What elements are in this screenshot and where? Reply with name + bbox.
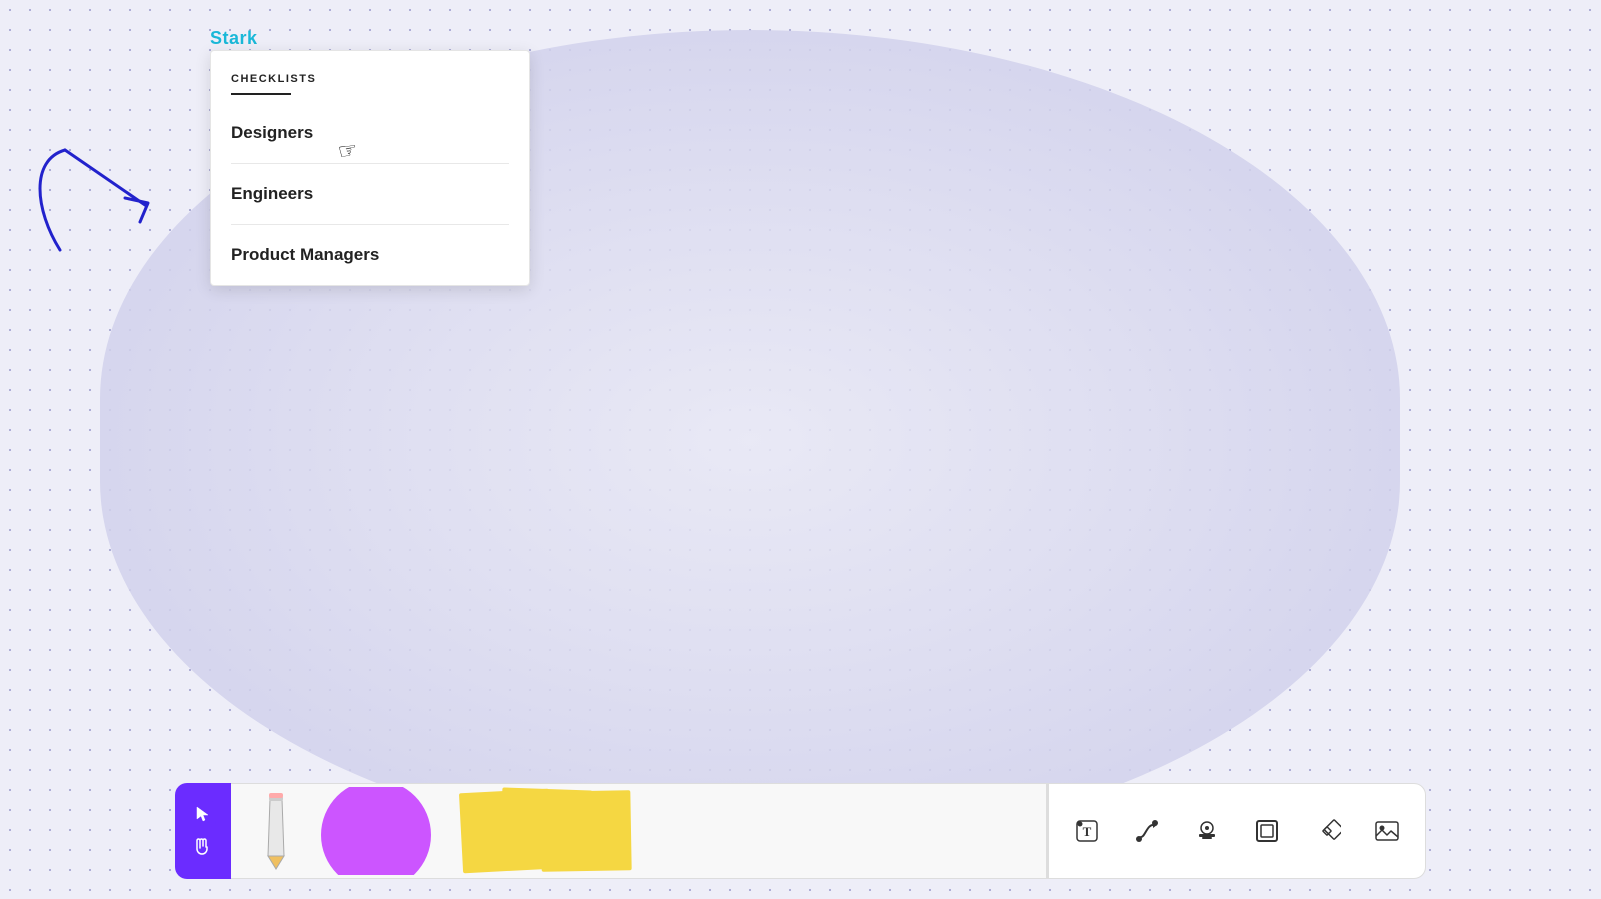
connector-tool-button[interactable] (1129, 813, 1165, 849)
svg-text:T: T (1083, 824, 1092, 839)
circle-shape-tool[interactable] (311, 787, 441, 875)
toolbar-center-section (231, 783, 1046, 879)
frame-tool-button[interactable] (1249, 813, 1285, 849)
text-tool-button[interactable]: T (1069, 813, 1105, 849)
bottom-toolbar: T (175, 783, 1426, 879)
hand-tool-button[interactable] (189, 833, 217, 861)
sticky-notes-tool[interactable] (441, 787, 621, 875)
cursor-tool-button[interactable] (190, 801, 216, 827)
image-tool-button[interactable] (1369, 813, 1405, 849)
checklist-item-product-managers[interactable]: Product Managers (211, 225, 529, 285)
checklist-dropdown: CHECKLISTS Designers Engineers Product M… (210, 50, 530, 286)
purple-circle (321, 787, 431, 875)
toolbar-right-section: T (1048, 783, 1426, 879)
dropdown-underline (231, 93, 291, 95)
checklist-item-engineers[interactable]: Engineers (211, 164, 529, 224)
dropdown-header-label: CHECKLISTS (231, 73, 316, 85)
sticky-note-3 (540, 790, 631, 872)
pencil-tool[interactable] (241, 791, 311, 871)
app-title: Stark (210, 28, 258, 49)
component-tool-button[interactable] (1309, 813, 1345, 849)
dropdown-header: CHECKLISTS (211, 51, 529, 103)
toolbar-left-section (175, 783, 231, 879)
checklist-item-designers[interactable]: Designers (211, 103, 529, 163)
stamp-tool-button[interactable] (1189, 813, 1225, 849)
